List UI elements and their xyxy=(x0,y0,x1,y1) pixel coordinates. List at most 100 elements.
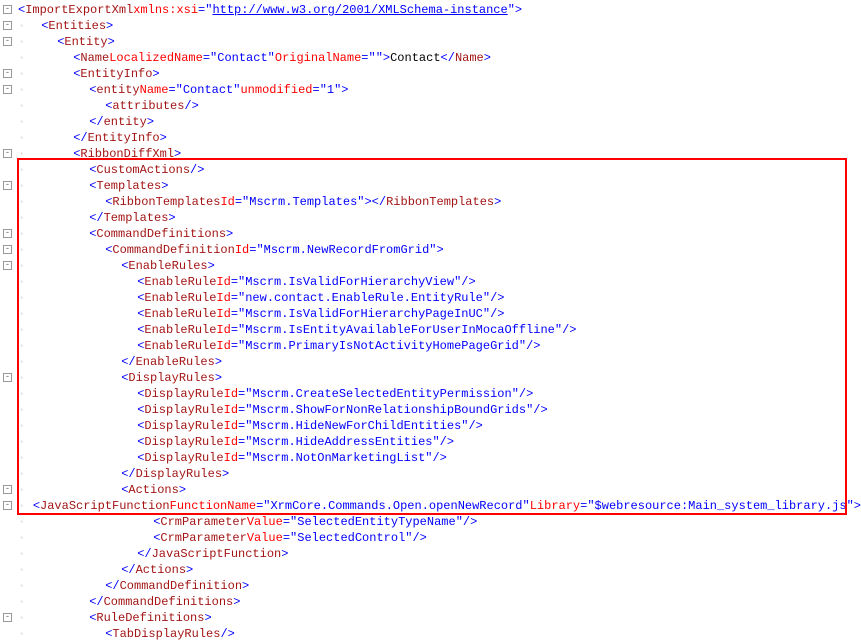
attr-name: OriginalName xyxy=(275,50,361,66)
xml-line: ·</DisplayRules> xyxy=(0,466,861,482)
tag-close: Name xyxy=(455,50,484,66)
tag-name: EnableRule xyxy=(144,274,216,290)
tag-close: JavaScriptFunction xyxy=(152,546,282,562)
xml-line: ·<DisplayRule Id="Mscrm.HideNewForChildE… xyxy=(0,418,861,434)
xml-line: ·<CustomActions /> xyxy=(0,162,861,178)
attr-val: Mscrm.ShowForNonRelationshipBoundGrids xyxy=(252,402,526,418)
tag-name: Entities xyxy=(48,18,106,34)
attr-name: Id xyxy=(224,450,238,466)
xml-line: -·<EntityInfo> xyxy=(0,66,861,82)
attr-val: Mscrm.HideAddressEntities xyxy=(252,434,432,450)
attr-name: Value xyxy=(247,530,283,546)
attr-name: Id xyxy=(224,402,238,418)
tag-name: RibbonTemplates xyxy=(112,194,220,210)
fold-icon[interactable]: - xyxy=(3,261,12,270)
tag-close: DisplayRules xyxy=(136,466,222,482)
xml-line: ·<Name LocalizedName="Contact" OriginalN… xyxy=(0,50,861,66)
tag-close: CommandDefinitions xyxy=(104,594,234,610)
fold-icon[interactable]: - xyxy=(3,5,12,14)
xml-line: ·<CrmParameter Value="SelectedEntityType… xyxy=(0,514,861,530)
xml-line: -·<EnableRules> xyxy=(0,258,861,274)
tag-name: EnableRule xyxy=(144,338,216,354)
xml-line: ·<RibbonTemplates Id="Mscrm.Templates"><… xyxy=(0,194,861,210)
tag-name: TabDisplayRules xyxy=(112,626,220,642)
fold-icon[interactable]: - xyxy=(3,149,12,158)
tag-name: RuleDefinitions xyxy=(96,610,204,626)
attr-val: SelectedControl xyxy=(297,530,405,546)
text-content: Contact xyxy=(390,50,440,66)
xml-line: ·<EnableRule Id="Mscrm.IsValidForHierarc… xyxy=(0,306,861,322)
fold-icon[interactable]: - xyxy=(3,21,12,30)
xml-line: ·<EnableRule Id="Mscrm.PrimaryIsNotActiv… xyxy=(0,338,861,354)
fold-icon[interactable]: - xyxy=(3,373,12,382)
tag-close: Actions xyxy=(136,562,186,578)
attr-val: Contact xyxy=(217,50,267,66)
xml-line: -·<Entity> xyxy=(0,34,861,50)
attr-val: Mscrm.Templates xyxy=(249,194,357,210)
xml-line: ·</entity> xyxy=(0,114,861,130)
tag-name: Templates xyxy=(96,178,161,194)
tag-name: CommandDefinitions xyxy=(96,226,226,242)
tag-name: DisplayRules xyxy=(128,370,214,386)
xml-line: ·</CommandDefinitions> xyxy=(0,594,861,610)
xml-line: -·<JavaScriptFunction FunctionName="XrmC… xyxy=(0,498,861,514)
tag-close: RibbonTemplates xyxy=(386,194,494,210)
xml-line: ·</JavaScriptFunction> xyxy=(0,546,861,562)
tag-name: CrmParameter xyxy=(160,514,246,530)
attr-val: $webresource:Main_system_library.js xyxy=(595,498,847,514)
fold-icon[interactable]: - xyxy=(3,69,12,78)
tag-name: ImportExportXml xyxy=(25,2,133,18)
tag-name: EnableRules xyxy=(128,258,207,274)
attr-name: Id xyxy=(224,418,238,434)
xml-line: ·</EnableRules> xyxy=(0,354,861,370)
tag-name: CommandDefinition xyxy=(112,242,234,258)
attr-name: Value xyxy=(247,514,283,530)
fold-icon[interactable]: - xyxy=(3,229,12,238)
attr-name: Library xyxy=(530,498,580,514)
attr-name: xmlns:xsi xyxy=(133,2,198,18)
xml-line: ·<DisplayRule Id="Mscrm.NotOnMarketingLi… xyxy=(0,450,861,466)
xml-line: ·<CrmParameter Value="SelectedControl" /… xyxy=(0,530,861,546)
fold-icon[interactable]: - xyxy=(3,613,12,622)
xml-line: -·<Actions> xyxy=(0,482,861,498)
tag-name: DisplayRule xyxy=(144,434,223,450)
xml-line: ·</CommandDefinition> xyxy=(0,578,861,594)
xml-line: -·<RibbonDiffXml> xyxy=(0,146,861,162)
attr-name: Id xyxy=(216,306,230,322)
attr-val: Contact xyxy=(183,82,233,98)
tag-name: EnableRule xyxy=(144,306,216,322)
attr-name: Id xyxy=(235,242,249,258)
fold-icon[interactable]: - xyxy=(3,485,12,494)
fold-icon[interactable]: - xyxy=(3,245,12,254)
attr-val: Mscrm.IsEntityAvailableForUserInMocaOffl… xyxy=(245,322,555,338)
attr-name: FunctionName xyxy=(170,498,256,514)
fold-icon[interactable]: - xyxy=(3,181,12,190)
xml-code-display: -<ImportExportXml xmlns:xsi="http://www.… xyxy=(0,0,861,642)
tag-close: EntityInfo xyxy=(88,130,160,146)
attr-val: XrmCore.Commands.Open.openNewRecord xyxy=(270,498,522,514)
xml-line: ·<TabDisplayRules /> xyxy=(0,626,861,642)
tag-name: DisplayRule xyxy=(144,402,223,418)
xml-line: -·<CommandDefinitions> xyxy=(0,226,861,242)
xml-line: ·<EnableRule Id="Mscrm.IsValidForHierarc… xyxy=(0,274,861,290)
xml-line: ·</Actions> xyxy=(0,562,861,578)
xml-line: -·<DisplayRules> xyxy=(0,370,861,386)
fold-icon[interactable]: - xyxy=(3,85,12,94)
attr-val: Mscrm.HideNewForChildEntities xyxy=(252,418,461,434)
attr-name: Id xyxy=(220,194,234,210)
attr-name: Id xyxy=(216,322,230,338)
attr-val: Mscrm.NotOnMarketingList xyxy=(252,450,425,466)
attr-name: Name xyxy=(140,82,169,98)
xml-line: ·<DisplayRule Id="Mscrm.CreateSelectedEn… xyxy=(0,386,861,402)
fold-icon[interactable]: - xyxy=(3,37,12,46)
tag-name: EnableRule xyxy=(144,290,216,306)
attr-name: Id xyxy=(216,274,230,290)
attr-val: Mscrm.NewRecordFromGrid xyxy=(264,242,430,258)
xml-line: -·<RuleDefinitions> xyxy=(0,610,861,626)
attr-val: 1 xyxy=(327,82,334,98)
fold-icon[interactable]: - xyxy=(3,501,12,510)
url-link[interactable]: http://www.w3.org/2001/XMLSchema-instanc… xyxy=(212,2,507,18)
xml-line: -·<Entities> xyxy=(0,18,861,34)
attr-val: Mscrm.IsValidForHierarchyView xyxy=(245,274,454,290)
tag-close: EnableRules xyxy=(136,354,215,370)
